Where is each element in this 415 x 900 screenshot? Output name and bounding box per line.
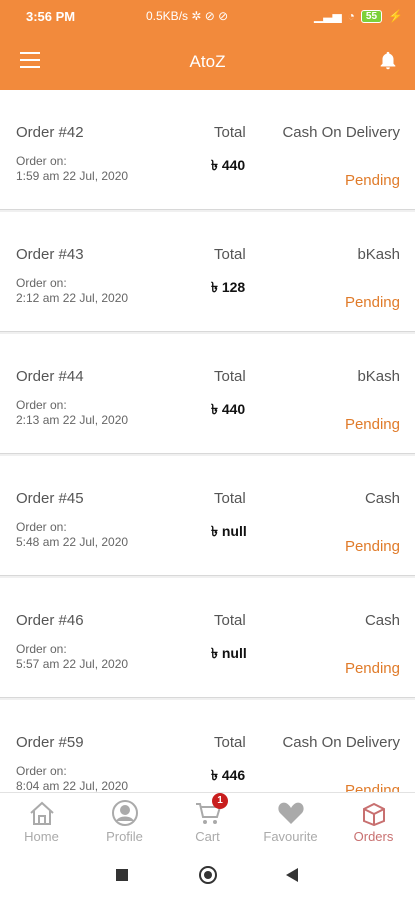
battery-icon: 55 (360, 9, 383, 23)
order-id: Order #43 (16, 246, 84, 263)
order-date: 1:59 am 22 Jul, 2020 (16, 169, 129, 183)
order-on-label: Order on: (16, 764, 67, 778)
order-card[interactable]: Order #46 Total Cash Order on: 5:57 am 2… (0, 578, 415, 698)
order-card[interactable]: Order #59 Total Cash On Delivery Order o… (0, 700, 415, 792)
order-amount: ৳ 440 (211, 401, 246, 417)
order-id: Order #59 (16, 734, 84, 751)
nav-label: Home (24, 829, 59, 844)
total-label: Total (214, 124, 246, 141)
app-title: AtoZ (189, 52, 226, 71)
profile-icon (111, 800, 138, 826)
order-status: Pending (344, 416, 400, 433)
back-icon[interactable] (286, 868, 298, 882)
nav-favourite[interactable]: Favourite (249, 793, 332, 851)
order-id: Order #44 (16, 368, 84, 385)
order-amount: ৳ null (211, 523, 247, 539)
order-card[interactable]: Order #45 Total Cash Order on: 5:48 am 2… (0, 456, 415, 576)
cart-badge: 1 (212, 793, 228, 809)
order-amount: ৳ null (211, 645, 247, 661)
order-id: Order #46 (16, 612, 84, 629)
nav-orders[interactable]: Orders (332, 793, 415, 851)
home-icon (29, 801, 54, 825)
order-card[interactable]: Order #43 Total bKash Order on: 2:12 am … (0, 212, 415, 332)
order-status: Pending (344, 172, 400, 189)
payment-method: bKash (357, 246, 400, 263)
total-label: Total (214, 368, 246, 385)
signal-icon: ▁▃▅ (313, 9, 342, 23)
payment-method: Cash On Delivery (282, 734, 400, 751)
order-date: 5:57 am 22 Jul, 2020 (16, 657, 129, 671)
heart-icon (277, 802, 304, 824)
orders-icon (362, 802, 385, 826)
payment-method: Cash (364, 612, 400, 629)
nav-label: Cart (195, 829, 220, 844)
bottom-nav: Home Profile 1 Cart Favourite Orders (0, 792, 415, 851)
order-date: 8:04 am 22 Jul, 2020 (16, 779, 129, 792)
order-on-label: Order on: (16, 642, 67, 656)
payment-method: bKash (357, 368, 400, 385)
system-nav-bar (0, 850, 415, 900)
order-on-label: Order on: (16, 398, 67, 412)
order-status: Pending (344, 538, 400, 555)
order-on-label: Order on: (16, 154, 67, 168)
order-card[interactable]: Order #42 Total Cash On Delivery Order o… (0, 90, 415, 210)
order-status: Pending (344, 782, 400, 792)
order-date: 5:48 am 22 Jul, 2020 (16, 535, 129, 549)
total-label: Total (214, 734, 246, 751)
order-on-label: Order on: (16, 520, 67, 534)
order-amount: ৳ 446 (211, 767, 246, 783)
order-date: 2:12 am 22 Jul, 2020 (16, 291, 129, 305)
nav-label: Orders (353, 829, 394, 844)
nav-profile[interactable]: Profile (83, 793, 166, 851)
order-status: Pending (344, 660, 400, 677)
nav-home[interactable]: Home (0, 793, 83, 851)
wifi-icon: ◔ (347, 9, 355, 23)
home-button-icon[interactable] (199, 866, 217, 884)
total-label: Total (214, 612, 246, 629)
order-amount: ৳ 440 (211, 157, 246, 173)
nav-cart[interactable]: 1 Cart (166, 793, 249, 851)
bell-icon[interactable] (377, 50, 399, 72)
nav-label: Favourite (263, 829, 318, 844)
order-date: 2:13 am 22 Jul, 2020 (16, 413, 129, 427)
payment-method: Cash (364, 490, 400, 507)
order-list[interactable]: Order #42 Total Cash On Delivery Order o… (0, 90, 415, 792)
total-label: Total (214, 490, 246, 507)
status-right: ▁▃▅ ◔ 55 ⚡ (314, 9, 403, 23)
app-bar: AtoZ (0, 34, 415, 90)
network-speed: 0.5KB/s ✲ ⊘ ⊘ (146, 9, 229, 23)
status-time: 3:56 PM (26, 9, 76, 24)
order-status: Pending (344, 294, 400, 311)
order-id: Order #42 (16, 124, 84, 141)
order-card[interactable]: Order #44 Total bKash Order on: 2:13 am … (0, 334, 415, 454)
order-amount: ৳ 128 (211, 279, 246, 295)
order-id: Order #45 (16, 490, 84, 507)
nav-label: Profile (106, 829, 143, 844)
order-on-label: Order on: (16, 276, 67, 290)
total-label: Total (214, 246, 246, 263)
payment-method: Cash On Delivery (282, 124, 400, 141)
charging-icon: ⚡ (388, 9, 403, 23)
status-bar: 3:56 PM 0.5KB/s ✲ ⊘ ⊘ ▁▃▅ ◔ 55 ⚡ (0, 0, 415, 34)
recent-apps-icon[interactable] (116, 869, 128, 881)
